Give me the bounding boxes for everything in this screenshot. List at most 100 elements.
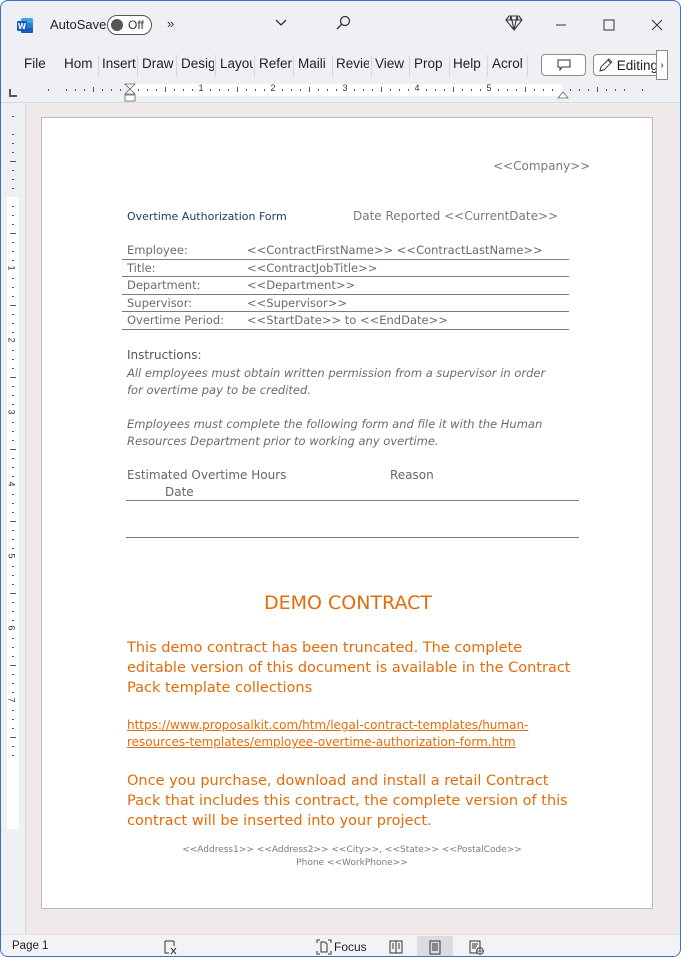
ruler-tick bbox=[462, 89, 463, 91]
ruler-tick bbox=[10, 305, 16, 306]
ruler-tick bbox=[327, 89, 328, 91]
tab-layout[interactable]: Layou bbox=[220, 56, 253, 71]
ruler-tick bbox=[12, 152, 14, 153]
tab-view[interactable]: View bbox=[375, 56, 407, 71]
tab-divider bbox=[527, 55, 528, 77]
table-row: Title: <<ContractJobTitle>> bbox=[122, 260, 569, 277]
tab-design[interactable]: Desig bbox=[181, 56, 214, 71]
ruler-tick bbox=[300, 89, 301, 91]
ruler-tick bbox=[480, 89, 481, 91]
tab-references[interactable]: Refer bbox=[259, 56, 293, 71]
ruler-tick bbox=[426, 89, 427, 91]
product-link[interactable]: https://www.proposalkit.com/htm/legal-co… bbox=[127, 717, 557, 751]
tab-file[interactable]: File bbox=[24, 56, 50, 71]
ruler-tick bbox=[12, 332, 14, 333]
ruler-number: 5 bbox=[486, 83, 492, 93]
ruler-tick bbox=[12, 656, 14, 657]
autosave-label: AutoSave bbox=[50, 17, 107, 32]
row-label: Overtime Period: bbox=[127, 313, 225, 327]
ruler-tick bbox=[444, 89, 445, 91]
ruler-tick bbox=[390, 89, 391, 91]
comments-button[interactable] bbox=[541, 54, 586, 76]
ruler-tick bbox=[597, 87, 598, 92]
document-page[interactable]: <<Company>> Overtime Authorization Form … bbox=[41, 117, 653, 909]
editing-mode-button[interactable]: Editing bbox=[593, 54, 659, 76]
ruler-number: 4 bbox=[6, 481, 17, 487]
table-row: Overtime Period: <<StartDate>> to <<EndD… bbox=[122, 312, 569, 330]
ruler-tick bbox=[12, 215, 14, 216]
tab-draw[interactable]: Draw bbox=[142, 56, 176, 71]
ruler-tick bbox=[237, 87, 238, 92]
ruler-tick bbox=[336, 89, 337, 91]
ruler-tick bbox=[138, 89, 139, 91]
tab-home[interactable]: Hom bbox=[64, 56, 96, 71]
tab-insert[interactable]: Insert bbox=[102, 56, 137, 71]
ruler-text-area bbox=[7, 197, 19, 829]
page-indicator[interactable]: Page 1 bbox=[12, 940, 48, 952]
comment-icon bbox=[557, 59, 570, 71]
read-mode-icon[interactable] bbox=[385, 938, 407, 956]
employee-info-table: Employee: <<ContractFirstName>> <<Contra… bbox=[122, 242, 569, 330]
ruler-tick bbox=[588, 89, 589, 91]
ruler-number: 3 bbox=[342, 83, 348, 93]
ruler-tick bbox=[12, 224, 14, 225]
proofing-icon[interactable] bbox=[161, 938, 179, 956]
tab-divider bbox=[371, 55, 372, 77]
row-value: <<ContractJobTitle>> bbox=[247, 260, 378, 275]
ruler-tick bbox=[12, 638, 14, 639]
table-row: Supervisor: <<Supervisor>> bbox=[122, 295, 569, 312]
ruler-tick bbox=[12, 566, 14, 567]
ruler-tick bbox=[12, 683, 14, 684]
demo-purchase-paragraph: Once you purchase, download and install … bbox=[127, 773, 568, 829]
ruler-tick bbox=[120, 89, 121, 91]
footer-phone-line: Phone <<WorkPhone>> bbox=[296, 858, 408, 868]
indent-marker-icon[interactable] bbox=[124, 83, 136, 103]
ruler-tick bbox=[48, 89, 49, 91]
word-window: W AutoSave Off » File Hom Insert Draw De… bbox=[0, 0, 681, 957]
ruler-tick bbox=[354, 89, 355, 91]
column-header-date: Date bbox=[165, 485, 194, 499]
horizontal-ruler[interactable]: 1 2 3 4 5 bbox=[1, 81, 680, 103]
demo-contract-title: DEMO CONTRACT bbox=[263, 592, 433, 614]
ruler-tick bbox=[12, 206, 14, 207]
tab-mailings[interactable]: Maili bbox=[298, 56, 331, 71]
maximize-button[interactable] bbox=[597, 13, 621, 37]
web-layout-icon[interactable] bbox=[467, 938, 485, 956]
tab-acrobat[interactable]: Acrol bbox=[492, 56, 524, 71]
table-rule bbox=[126, 537, 579, 538]
focus-mode-button[interactable]: Focus bbox=[334, 940, 367, 954]
ruler-number: 4 bbox=[414, 83, 420, 93]
autosave-toggle[interactable]: Off bbox=[107, 15, 152, 35]
right-indent-marker-icon[interactable] bbox=[557, 91, 569, 99]
ruler-tick bbox=[12, 503, 14, 504]
print-layout-icon[interactable] bbox=[417, 936, 453, 956]
tab-help[interactable]: Help bbox=[453, 56, 483, 71]
chevron-down-icon[interactable] bbox=[274, 15, 288, 29]
search-icon[interactable] bbox=[335, 15, 351, 31]
instructions-paragraph: Employees must complete the following fo… bbox=[127, 417, 543, 448]
ruler-tick bbox=[12, 296, 14, 297]
ruler-tick bbox=[372, 89, 373, 91]
tab-proposal[interactable]: Prop bbox=[414, 56, 446, 71]
tab-review[interactable]: Revie bbox=[336, 56, 369, 71]
diamond-icon[interactable] bbox=[505, 15, 523, 31]
ruler-tick bbox=[381, 87, 382, 92]
focus-icon[interactable] bbox=[316, 938, 332, 956]
ruler-tick bbox=[516, 89, 517, 91]
ruler-tick bbox=[12, 611, 14, 612]
ruler-tick bbox=[12, 458, 14, 459]
ruler-tick bbox=[399, 89, 400, 91]
ruler-tick bbox=[264, 89, 265, 91]
more-commands-button[interactable]: » bbox=[167, 16, 174, 31]
ruler-tick bbox=[12, 620, 14, 621]
ruler-tick bbox=[435, 89, 436, 91]
ribbon-scroll-right-button[interactable]: › bbox=[656, 50, 668, 80]
tab-selector-icon[interactable] bbox=[9, 89, 17, 97]
ruler-tick bbox=[12, 260, 14, 261]
ruler-tick bbox=[12, 314, 14, 315]
minimize-button[interactable] bbox=[549, 13, 573, 37]
close-button[interactable] bbox=[645, 13, 669, 37]
tab-divider bbox=[98, 55, 99, 77]
vertical-ruler[interactable]: 1 2 3 4 5 6 7 bbox=[7, 109, 19, 909]
ruler-tick bbox=[12, 287, 14, 288]
